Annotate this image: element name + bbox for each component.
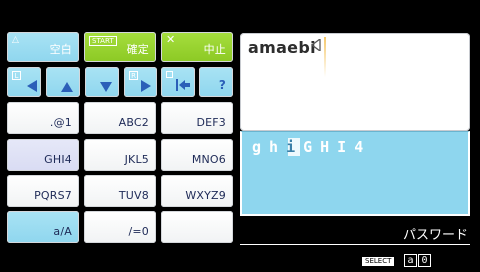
caret-glow (324, 37, 326, 77)
cursor-right-key[interactable]: R (124, 67, 157, 97)
confirm-key[interactable]: START 確定 (84, 32, 156, 62)
cursor-triangle-icon (312, 39, 321, 51)
cursor-left-key[interactable]: L (7, 67, 41, 97)
input-mode-label: パスワード (402, 228, 468, 243)
key-slash-0[interactable]: /=0 (84, 211, 156, 243)
key-mno-6[interactable]: MNO6 (161, 139, 233, 171)
arrow-up-icon (61, 82, 73, 92)
password-char: g (252, 138, 270, 156)
key-label: /=0 (128, 225, 149, 238)
case-toggle-key[interactable]: a/A (7, 211, 79, 243)
key-label: MNO6 (191, 153, 226, 166)
divider (240, 244, 470, 245)
help-icon: ? (218, 78, 226, 92)
password-char: i (286, 138, 304, 156)
help-key[interactable]: ? (199, 67, 233, 97)
password-char: G (303, 138, 321, 156)
square-button-icon (166, 71, 173, 78)
password-char: I (337, 138, 355, 156)
key-jkl-5[interactable]: JKL5 (84, 139, 156, 171)
cancel-key-label: 中止 (203, 43, 226, 56)
confirm-key-label: 確定 (126, 43, 149, 56)
key-tuv-8[interactable]: TUV8 (84, 175, 156, 207)
key-pqrs-7[interactable]: PQRS7 (7, 175, 79, 207)
key-ghi-4[interactable]: GHI4 (7, 139, 79, 171)
space-key-label: 空白 (49, 43, 72, 56)
cancel-key[interactable]: ✕ 中止 (161, 32, 233, 62)
l-button-icon: L (12, 71, 21, 80)
key-label: DEF3 (196, 116, 226, 129)
start-button-icon: START (89, 36, 117, 46)
key-label: TUV8 (118, 189, 149, 202)
key-abc-2[interactable]: ABC2 (84, 102, 156, 134)
backspace-icon (176, 79, 190, 91)
cursor-up-key[interactable] (46, 67, 80, 97)
key-label: PQRS7 (34, 189, 72, 202)
username-panel: amaebi (240, 33, 470, 131)
mode-alpha: a (404, 254, 417, 267)
password-text: ghiGHI4 (252, 138, 371, 156)
password-char: H (320, 138, 338, 156)
key-label: WXYZ9 (185, 189, 226, 202)
arrow-left-icon (27, 80, 37, 92)
key-blank[interactable] (161, 211, 233, 243)
space-key[interactable]: △ 空白 (7, 32, 79, 62)
arrow-right-icon (141, 80, 151, 92)
password-char: 4 (354, 138, 372, 156)
key-def-3[interactable]: DEF3 (161, 102, 233, 134)
password-char: h (269, 138, 287, 156)
select-button-icon: SELECT (362, 257, 395, 266)
key-symbols-1[interactable]: .@1 (7, 102, 79, 134)
triangle-icon: △ (12, 35, 19, 45)
cross-icon: ✕ (166, 33, 176, 46)
key-label: ABC2 (118, 116, 149, 129)
input-mode-indicator[interactable]: a 0 (404, 254, 431, 267)
key-label: JKL5 (124, 153, 149, 166)
key-wxyz-9[interactable]: WXYZ9 (161, 175, 233, 207)
cursor-down-key[interactable] (85, 67, 119, 97)
password-field[interactable]: ghiGHI4 (240, 131, 470, 216)
backspace-key[interactable] (161, 67, 195, 97)
key-label: .@1 (49, 116, 72, 129)
key-label: GHI4 (44, 153, 72, 166)
arrow-down-icon (100, 82, 112, 92)
key-label: a/A (53, 225, 72, 238)
username-text: amaebi (248, 38, 316, 57)
r-button-icon: R (129, 71, 138, 80)
mode-numeric: 0 (418, 254, 431, 267)
